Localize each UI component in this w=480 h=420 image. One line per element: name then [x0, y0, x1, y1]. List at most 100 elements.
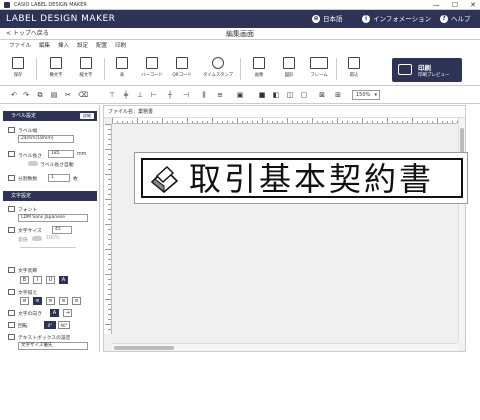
- outline-button[interactable]: A: [59, 276, 68, 284]
- align-center-icon[interactable]: ┼: [166, 91, 174, 99]
- save-button[interactable]: 保存: [2, 55, 34, 83]
- image-button[interactable]: 画像: [243, 55, 275, 83]
- font-size-input[interactable]: 45: [52, 226, 72, 234]
- back-to-top-link[interactable]: < トップへ戻る: [6, 28, 49, 40]
- menu-settings[interactable]: 設定: [77, 41, 88, 52]
- label-settings-title: ラベル設定: [11, 113, 37, 119]
- text-align-label: 文字揃え: [18, 291, 38, 296]
- label-frame[interactable]: 取引基本契約書: [141, 158, 463, 198]
- bring-front-icon[interactable]: ▣: [236, 91, 244, 99]
- menu-print[interactable]: 印刷: [115, 41, 126, 52]
- label-settings-header[interactable]: ラベル設定 詳細: [3, 111, 97, 121]
- distribute-v-icon[interactable]: ≡: [216, 91, 224, 99]
- italic-button[interactable]: I: [33, 276, 42, 284]
- lock-icon[interactable]: ⊠: [318, 91, 326, 99]
- align-left-icon[interactable]: ⊢: [150, 91, 158, 99]
- label-length-label: ラベル長さ: [18, 154, 42, 159]
- align-text-justify-icon[interactable]: ≡: [59, 297, 68, 305]
- ruler-tick: [277, 121, 278, 123]
- align-text-right-icon[interactable]: ≡: [46, 297, 55, 305]
- font-label: フォント: [18, 208, 38, 213]
- horizontal-scrollbar[interactable]: [112, 343, 457, 351]
- import-button[interactable]: 取込: [338, 55, 370, 83]
- print-button[interactable]: 印刷 印刷プレビュー: [392, 58, 462, 82]
- align-top-icon[interactable]: ⊤: [108, 91, 116, 99]
- menu-file[interactable]: ファイル: [9, 41, 31, 52]
- auto-length-toggle[interactable]: [28, 161, 38, 166]
- detail-button[interactable]: 詳細: [80, 113, 94, 119]
- rotation-90-button[interactable]: 90°: [58, 321, 70, 329]
- cut-icon[interactable]: ✂: [64, 91, 72, 99]
- horizontal-scroll-thumb[interactable]: [114, 346, 174, 350]
- information-button[interactable]: i インフォメーション: [362, 10, 431, 28]
- ruler-tick: [108, 204, 111, 205]
- menu-edit[interactable]: 編集: [39, 41, 50, 52]
- split-count-input[interactable]: 1: [48, 174, 70, 182]
- ruler-tick: [108, 189, 111, 190]
- close-window-button[interactable]: ✕: [470, 0, 476, 10]
- blank-area: [0, 352, 480, 420]
- undo-icon[interactable]: ↶: [10, 91, 18, 99]
- label-text[interactable]: 取引基本契約書: [189, 158, 434, 200]
- maximize-button[interactable]: ☐: [452, 0, 458, 10]
- clock-icon: [212, 57, 224, 69]
- qrcode-button[interactable]: QRコード: [166, 55, 198, 83]
- length-unit: mm: [77, 152, 87, 157]
- clipart-button[interactable]: 図形: [273, 55, 305, 83]
- copy-icon[interactable]: ⧉: [36, 91, 44, 99]
- scale-slider[interactable]: [20, 247, 76, 248]
- direction-horizontal-icon[interactable]: A: [50, 309, 59, 317]
- bold-button[interactable]: B: [20, 276, 29, 284]
- send-back-icon[interactable]: ◫: [286, 91, 294, 99]
- scale-toggle[interactable]: [32, 236, 42, 241]
- language-button[interactable]: ⊕ 日本語: [312, 10, 343, 28]
- ruler-tick: [108, 269, 111, 270]
- label-length-input[interactable]: 185: [48, 150, 74, 158]
- qrcode-icon: [176, 57, 188, 69]
- canvas-area[interactable]: ファイル名：業務書 取引基本契約書: [103, 105, 468, 352]
- label-canvas[interactable]: 取引基本契約書: [134, 152, 468, 204]
- align-text-even-icon[interactable]: ≡: [72, 297, 81, 305]
- distribute-h-icon[interactable]: ⫼: [200, 91, 208, 99]
- frame-button[interactable]: フレーム: [303, 55, 335, 83]
- align-right-icon[interactable]: ⊣: [182, 91, 190, 99]
- send-backward-icon[interactable]: ◧: [272, 91, 280, 99]
- ribbon-toolbar: 保存 横文字 縦文字 表 バーコード QRコード タイムスタンプ 画像 図形 フ…: [0, 52, 480, 86]
- redo-icon[interactable]: ↷: [22, 91, 30, 99]
- table-icon: [116, 57, 128, 69]
- textbox-select[interactable]: 文字サイズ優先: [18, 342, 88, 350]
- horizontal-text-button[interactable]: 横文字: [40, 55, 72, 83]
- text-settings-header[interactable]: 文字設定: [3, 191, 97, 201]
- align-middle-icon[interactable]: ╪: [122, 91, 130, 99]
- info-icon: i: [362, 15, 370, 23]
- delete-icon[interactable]: ⌫: [78, 91, 88, 99]
- zoom-select[interactable]: 150% ▾: [352, 90, 380, 100]
- paste-icon[interactable]: ▤: [50, 91, 58, 99]
- ruler-tick: [337, 118, 338, 123]
- label-length-value: 185: [51, 151, 60, 156]
- align-bottom-icon[interactable]: ⊥: [136, 91, 144, 99]
- document-clipart-icon[interactable]: [149, 164, 183, 194]
- menu-arrange[interactable]: 配置: [96, 41, 107, 52]
- align-text-left-icon[interactable]: ≡: [20, 297, 29, 305]
- table-button[interactable]: 表: [106, 55, 138, 83]
- ruler-tick: [105, 224, 111, 225]
- tape-width-select[interactable]: 24mm(18mm): [18, 135, 74, 143]
- direction-vertical-icon[interactable]: ⇥: [63, 309, 72, 317]
- vertical-text-button[interactable]: 縦文字: [70, 55, 102, 83]
- rotation-0-button[interactable]: 0°: [44, 321, 56, 329]
- font-select[interactable]: LDM Sans Japanese: [18, 214, 88, 222]
- ruler-tick: [322, 121, 323, 123]
- group-icon[interactable]: ▢: [300, 91, 308, 99]
- align-text-center-icon[interactable]: ≡: [33, 297, 42, 305]
- ruler-tick: [422, 121, 423, 123]
- timestamp-button[interactable]: タイムスタンプ: [200, 55, 236, 83]
- minimize-button[interactable]: —: [433, 0, 440, 10]
- ruler-tick: [452, 121, 453, 123]
- menu-insert[interactable]: 挿入: [58, 41, 69, 52]
- grid-icon[interactable]: ⊞: [334, 91, 342, 99]
- bring-forward-icon[interactable]: ■: [258, 91, 266, 99]
- barcode-button[interactable]: バーコード: [136, 55, 168, 83]
- underline-button[interactable]: U: [46, 276, 55, 284]
- help-button[interactable]: ? ヘルプ: [440, 10, 471, 28]
